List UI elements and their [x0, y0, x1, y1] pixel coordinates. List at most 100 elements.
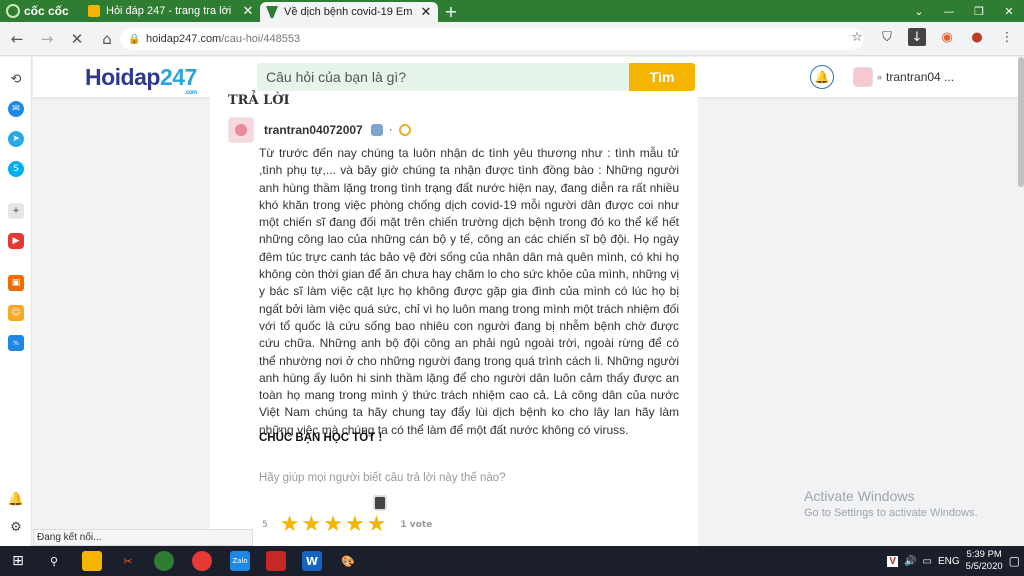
- skype-icon[interactable]: S: [8, 161, 24, 177]
- star-icon[interactable]: ★: [301, 514, 321, 536]
- star-rating: 5 ★ ★ ★ ★ ★ 1 vote: [262, 514, 433, 536]
- menu-icon[interactable]: ⋮: [998, 28, 1016, 46]
- star-icon[interactable]: ★: [345, 514, 365, 536]
- paint-icon[interactable]: 🎨: [338, 551, 358, 571]
- history-icon[interactable]: ⟲: [8, 71, 24, 87]
- activate-windows-watermark: Activate Windows Go to Settings to activ…: [804, 488, 978, 519]
- separator: ·: [388, 123, 393, 137]
- tab-hoidap-home[interactable]: Hỏi đáp 247 - trang tra lời ✕: [82, 0, 260, 22]
- address-bar[interactable]: 🔒 hoidap247.com /cau-hoi/448553: [120, 28, 864, 50]
- input-language[interactable]: ENG: [938, 556, 960, 567]
- bookmark-star-icon[interactable]: ☆: [848, 28, 866, 46]
- tab-list-chevron-icon[interactable]: ⌄: [904, 0, 934, 22]
- minimize-icon[interactable]: —: [934, 0, 964, 22]
- star-icon[interactable]: ★: [323, 514, 343, 536]
- action-center-icon[interactable]: ▢: [1009, 554, 1020, 568]
- close-tab-icon[interactable]: ✕: [242, 3, 254, 19]
- shield-icon[interactable]: ⛉: [878, 28, 896, 46]
- rating-prompt: Hãy giúp mọi người biết câu trả lời này …: [259, 472, 506, 484]
- rater-avatar: [373, 495, 387, 511]
- username: trantran04 ...: [886, 70, 955, 84]
- coccoc-logo-icon: [6, 4, 20, 18]
- clock-date: 5/5/2020: [965, 561, 1003, 572]
- new-tab-button[interactable]: +: [438, 0, 464, 22]
- vietkey-icon[interactable]: V: [887, 555, 899, 567]
- url-path: /cau-hoi/448553: [221, 33, 301, 45]
- search-icon[interactable]: ⚲: [44, 551, 64, 571]
- windows-taskbar: ⊞ ⚲ ✂ Zalo W 🎨 V 🔊 ▭ ENG 5:39 PM 5/5/202…: [0, 546, 1024, 576]
- clock[interactable]: 5:39 PM 5/5/2020: [966, 549, 1003, 573]
- rank-badge-icon: [370, 124, 383, 136]
- scrollbar-thumb[interactable]: [1018, 57, 1024, 187]
- telegram-icon[interactable]: ➤: [8, 131, 24, 147]
- window-controls: ⌄ — ❐ ✕: [904, 0, 1024, 22]
- browser-tabstrip: cốc cốc Hỏi đáp 247 - trang tra lời ✕ Về…: [0, 0, 1024, 22]
- browser-brand-label: cốc cốc: [24, 4, 69, 18]
- site-logo[interactable]: Hoidap247 .com: [85, 64, 197, 96]
- browser-toolbar: ← → ✕ ⌂ 🔒 hoidap247.com /cau-hoi/448553 …: [0, 22, 1024, 56]
- hoidap-favicon-icon: [266, 6, 278, 18]
- author-avatar[interactable]: [228, 117, 254, 143]
- answer-card: TRẢ LỜI trantran04072007 · Từ trước đến …: [210, 93, 698, 546]
- toolbar-icons: ☆ ⛉ ↓ ◉ ● ⋮: [848, 28, 1016, 46]
- word-icon[interactable]: W: [302, 551, 322, 571]
- messenger-icon[interactable]: ✉: [8, 101, 24, 117]
- volume-icon[interactable]: 🔊: [904, 556, 916, 567]
- answer-header: trantran04072007 ·: [228, 117, 411, 143]
- answer-body: Từ trước đến nay chúng ta luôn nhận dc t…: [259, 146, 679, 437]
- coccoc-taskbar-icon[interactable]: [154, 551, 174, 571]
- add-icon[interactable]: +: [8, 203, 24, 219]
- youtube-icon[interactable]: ▶: [8, 233, 24, 249]
- logo-part1: Hoidap: [85, 64, 160, 90]
- author-name[interactable]: trantran04072007: [264, 123, 363, 137]
- browser-brand[interactable]: cốc cốc: [0, 0, 82, 22]
- logo-part2: 247: [159, 64, 197, 90]
- media-icon[interactable]: [266, 551, 286, 571]
- user-menu[interactable]: » trantran04 ...: [853, 67, 954, 87]
- file-explorer-icon[interactable]: [82, 551, 102, 571]
- maximize-icon[interactable]: ❐: [964, 0, 994, 22]
- tab-covid-question[interactable]: Về dịch bệnh covid-19 Em hã ✕: [260, 2, 438, 22]
- search-button[interactable]: Tìm: [629, 63, 695, 91]
- game-icon[interactable]: ☺: [8, 305, 24, 321]
- medal-icon: [398, 124, 411, 136]
- close-tab-icon[interactable]: ✕: [420, 4, 432, 20]
- rating-number: 5: [262, 520, 268, 530]
- forward-icon[interactable]: →: [34, 26, 60, 52]
- system-tray: V 🔊 ▭ ENG 5:39 PM 5/5/2020 ▢: [887, 546, 1020, 576]
- stop-loading-icon[interactable]: ✕: [64, 26, 90, 52]
- shopping-icon[interactable]: ▣: [8, 275, 24, 291]
- back-icon[interactable]: ←: [4, 26, 30, 52]
- vote-count: 1 vote: [400, 520, 433, 530]
- browser-sidebar: ⟲ ✉ ➤ S + ▶ ▣ ☺ % 🔔 ⚙: [0, 57, 32, 546]
- tab-title: Về dịch bệnh covid-19 Em hã: [284, 6, 414, 18]
- clock-time: 5:39 PM: [966, 549, 1002, 560]
- settings-gear-icon[interactable]: ⚙: [8, 519, 24, 535]
- search-placeholder: Câu hỏi của bạn là gì?: [266, 69, 407, 85]
- notifications-bell-icon[interactable]: 🔔: [8, 491, 24, 507]
- notification-bell-icon[interactable]: 🔔: [810, 65, 834, 89]
- avatar: [853, 67, 873, 87]
- zalo-icon[interactable]: Zalo: [230, 551, 250, 571]
- network-icon[interactable]: ▭: [923, 556, 932, 567]
- logo-sub: .com: [184, 90, 198, 96]
- activate-subtitle: Go to Settings to activate Windows.: [804, 507, 978, 519]
- app-icon[interactable]: ✂: [118, 551, 138, 571]
- site-header: Hoidap247 .com Câu hỏi của bạn là gì? Tì…: [33, 57, 1024, 97]
- windows-start-icon[interactable]: ⊞: [8, 551, 28, 571]
- close-window-icon[interactable]: ✕: [994, 0, 1024, 22]
- url-host: hoidap247.com: [146, 33, 222, 45]
- activate-title: Activate Windows: [804, 488, 915, 504]
- chrome-icon[interactable]: [192, 551, 212, 571]
- answer-closing: CHÚC BẠN HỌC TỐT !: [259, 432, 383, 444]
- discount-icon[interactable]: %: [8, 335, 24, 351]
- lock-icon[interactable]: 🔒: [128, 34, 140, 45]
- star-icon[interactable]: ★: [367, 514, 387, 536]
- star-icon[interactable]: ★: [280, 514, 300, 536]
- search-input[interactable]: Câu hỏi của bạn là gì?: [257, 63, 629, 91]
- page-scrollbar[interactable]: [1018, 57, 1024, 546]
- home-icon[interactable]: ⌂: [94, 26, 120, 52]
- user-profile-icon[interactable]: ●: [968, 28, 986, 46]
- coccoc-extension-icon[interactable]: ◉: [938, 28, 956, 46]
- download-icon[interactable]: ↓: [908, 28, 926, 46]
